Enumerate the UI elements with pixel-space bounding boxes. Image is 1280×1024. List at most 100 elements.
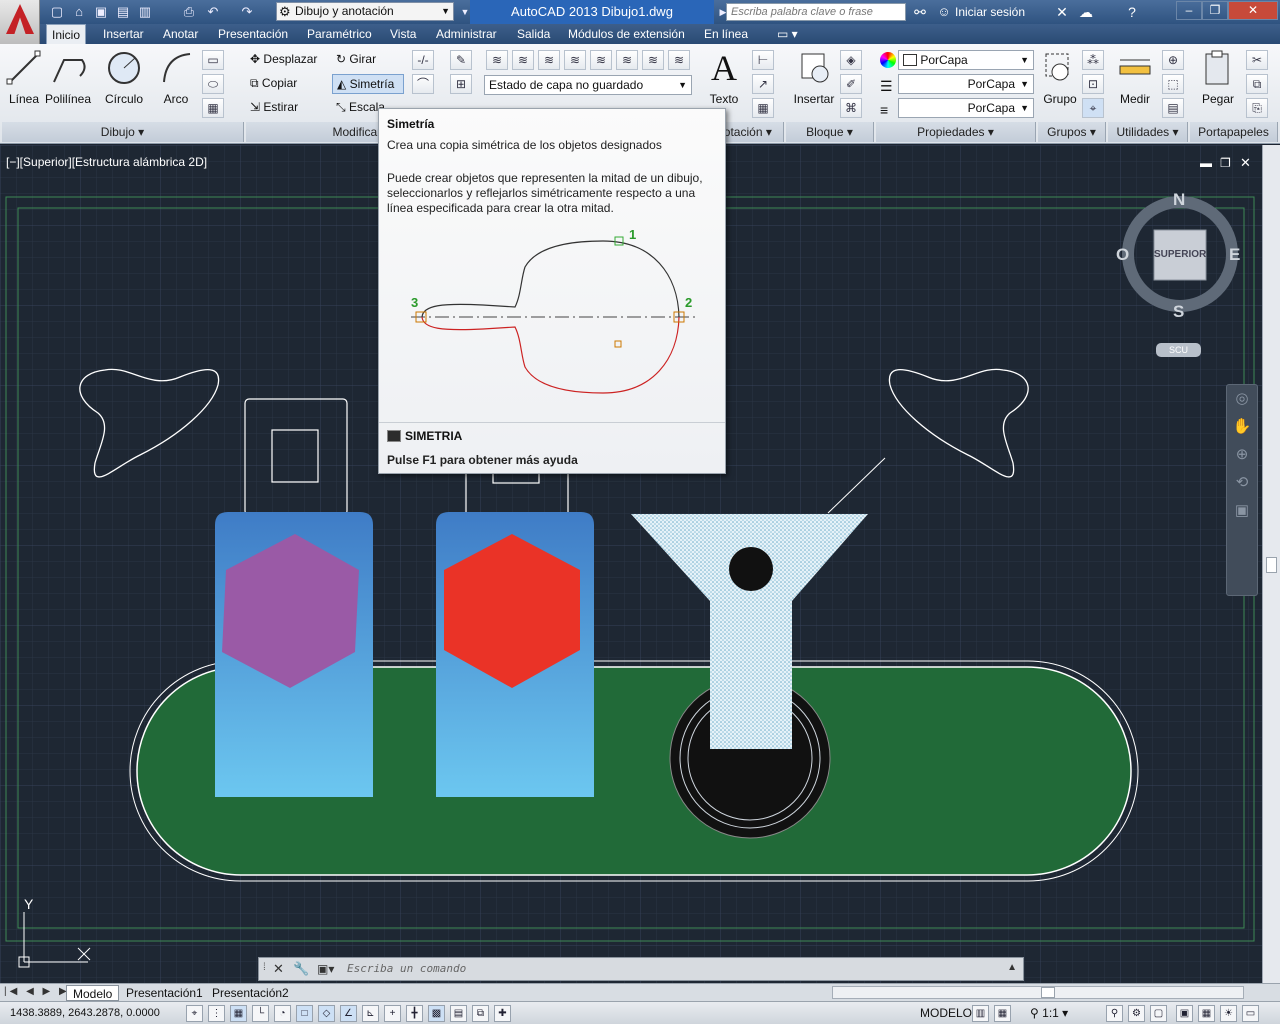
copy-clip-icon[interactable]: ⧉ [1246, 74, 1268, 94]
quick-select-icon[interactable]: ⊕ [1162, 50, 1184, 70]
exchange-icon[interactable]: ✕ [1052, 2, 1072, 22]
layer-icon-2[interactable]: ≋ [512, 50, 534, 70]
arc-button[interactable]: Arco [156, 48, 196, 118]
layout-nav-arrows[interactable]: |◀ ◀ ▶ ▶| [4, 986, 75, 997]
tab-inicio[interactable]: Inicio [46, 24, 87, 44]
erase-icon[interactable]: ✎ [450, 50, 472, 70]
move-button[interactable]: ✥ Desplazar [250, 50, 317, 68]
model-space-label[interactable]: MODELO [920, 1006, 972, 1020]
ellipse-icon[interactable]: ⬭ [202, 74, 224, 94]
infer-constraints-icon[interactable]: ⌖ [186, 1005, 203, 1022]
help-icon[interactable]: ? [1122, 2, 1142, 22]
coordinates-display[interactable]: 1438.3889, 2643.2878, 0.0000 [10, 1007, 160, 1019]
sc-icon[interactable]: ⧉ [472, 1005, 489, 1022]
group-button[interactable]: Grupo [1040, 48, 1080, 118]
layer-icon-5[interactable]: ≋ [590, 50, 612, 70]
viewport-minimize-icon[interactable]: ▬ [1200, 156, 1212, 170]
binoculars-icon[interactable]: ⚯ [910, 2, 930, 22]
showmotion-icon[interactable]: ▣ [1227, 497, 1257, 525]
cut-icon[interactable]: ✂ [1246, 50, 1268, 70]
command-prompt-icon[interactable]: ▣▾ [317, 962, 334, 976]
3dosnap-icon[interactable]: ◇ [318, 1005, 335, 1022]
group-select-icon[interactable]: ⌖ [1082, 98, 1104, 118]
search-input[interactable]: Escriba palabra clave o frase [726, 3, 906, 21]
block-panel-title[interactable]: Bloque ▾ [786, 122, 874, 142]
close-icon[interactable]: ✕ [273, 961, 284, 977]
viewcube[interactable]: N S E O SUPERIOR [1116, 190, 1240, 321]
layer-icon-7[interactable]: ≋ [642, 50, 664, 70]
layer-icon-4[interactable]: ≋ [564, 50, 586, 70]
scroll-thumb[interactable] [1266, 557, 1277, 573]
command-line[interactable]: ⁞ ✕ 🔧 ▣▾ Escriba un comando ▲ [258, 957, 1024, 981]
undo-icon[interactable]: ↶ [204, 3, 222, 21]
clean-screen-icon[interactable]: ▭ [1242, 1005, 1259, 1022]
layer-state-dropdown[interactable]: Estado de capa no guardado ▼ [484, 75, 692, 95]
command-input[interactable]: Escriba un comando [347, 962, 466, 975]
tab-modelo[interactable]: Modelo [66, 985, 120, 1001]
orbit-icon[interactable]: ⟲ [1227, 469, 1257, 497]
copy-button[interactable]: ⧉ Copiar [250, 74, 297, 92]
viewport-close-icon[interactable]: ✕ [1240, 155, 1251, 171]
viewcube-face[interactable]: SUPERIOR [1154, 249, 1206, 260]
new-file-icon[interactable]: ▢ [48, 3, 66, 21]
tab-modulos[interactable]: Módulos de extensión [563, 24, 690, 44]
layer-icon-6[interactable]: ≋ [616, 50, 638, 70]
lock-icon[interactable]: ▢ [1150, 1005, 1167, 1022]
quick-view-drawings-icon[interactable]: ▦ [994, 1005, 1011, 1022]
paste-button[interactable]: Pegar [1196, 48, 1240, 118]
color-wheel-icon[interactable] [880, 52, 896, 68]
redo-icon[interactable]: ↷ [238, 3, 256, 21]
ucs-button[interactable]: SCU [1156, 343, 1201, 357]
trim-icon[interactable]: -/- [412, 50, 434, 70]
isolate-objects-icon[interactable]: ▦ [1198, 1005, 1215, 1022]
save-as-icon[interactable]: ▤ [114, 3, 132, 21]
measure-button[interactable]: Medir [1114, 48, 1156, 118]
print-icon[interactable]: ⎙ [180, 3, 198, 21]
tab-anotar[interactable]: Anotar [158, 24, 203, 44]
save-icon[interactable]: ▣ [92, 3, 110, 21]
color-dropdown[interactable]: PorCapa ▼ [898, 50, 1034, 70]
fillet-icon[interactable]: ⌒ [412, 74, 434, 94]
layer-icon-8[interactable]: ≋ [668, 50, 690, 70]
create-block-icon[interactable]: ◈ [840, 50, 862, 70]
layer-icon-3[interactable]: ≋ [538, 50, 560, 70]
ribbon-options-icon[interactable]: ▭ ▾ [772, 24, 803, 44]
tab-presentacion2[interactable]: Presentación2 [206, 985, 295, 1001]
application-menu-button[interactable] [0, 0, 40, 44]
grip-icon[interactable]: ⁞ [263, 962, 266, 973]
viewport-controls-label[interactable]: [−][Superior][Estructura alámbrica 2D] [6, 155, 207, 169]
line-button[interactable]: Línea [4, 48, 44, 118]
restore-button[interactable]: ❐ [1202, 1, 1228, 20]
workspace-dropdown[interactable]: ⚙ Dibujo y anotación ▼ [276, 2, 454, 21]
lineweight-dropdown[interactable]: PorCapa ▼ [898, 74, 1034, 94]
polar-icon[interactable]: ◔ [274, 1005, 291, 1022]
group-edit-icon[interactable]: ⊡ [1082, 74, 1104, 94]
ungroup-icon[interactable]: ⁂ [1082, 50, 1104, 70]
mirror-button[interactable]: ◭ Simetría [332, 74, 404, 94]
rotate-button[interactable]: ↻ Girar [336, 50, 376, 68]
select-all-icon[interactable]: ⬚ [1162, 74, 1184, 94]
tab-presentacion[interactable]: Presentación [213, 24, 293, 44]
tab-presentacion1[interactable]: Presentación1 [120, 985, 209, 1001]
annotation-visibility-icon[interactable]: ⚲ [1106, 1005, 1123, 1022]
compass-south[interactable]: S [1173, 302, 1184, 322]
tab-insertar[interactable]: Insertar [98, 24, 149, 44]
dyn-icon[interactable]: + [384, 1005, 401, 1022]
tab-administrar[interactable]: Administrar [431, 24, 502, 44]
h-scroll-thumb[interactable] [1041, 987, 1055, 998]
leader-icon[interactable]: ↗ [752, 74, 774, 94]
tab-en-linea[interactable]: En línea [699, 24, 753, 44]
properties-panel-title[interactable]: Propiedades ▾ [876, 122, 1036, 142]
clipboard-panel-title[interactable]: Portapapeles [1190, 122, 1278, 142]
history-up-icon[interactable]: ▲ [1007, 962, 1017, 973]
tab-salida[interactable]: Salida [512, 24, 555, 44]
grid-icon[interactable]: ▦ [230, 1005, 247, 1022]
signin-button[interactable]: Iniciar sesión [955, 0, 1025, 24]
match-props-icon[interactable]: ⎘ [1246, 98, 1268, 118]
autodesk360-icon[interactable]: ☁ [1076, 2, 1096, 22]
tab-vista[interactable]: Vista [385, 24, 421, 44]
layer-props-icon[interactable]: ≋ [486, 50, 508, 70]
plot-preview-icon[interactable]: ▥ [136, 3, 154, 21]
array-icon[interactable]: ⊞ [450, 74, 472, 94]
viewport-restore-icon[interactable]: ❐ [1220, 156, 1231, 170]
